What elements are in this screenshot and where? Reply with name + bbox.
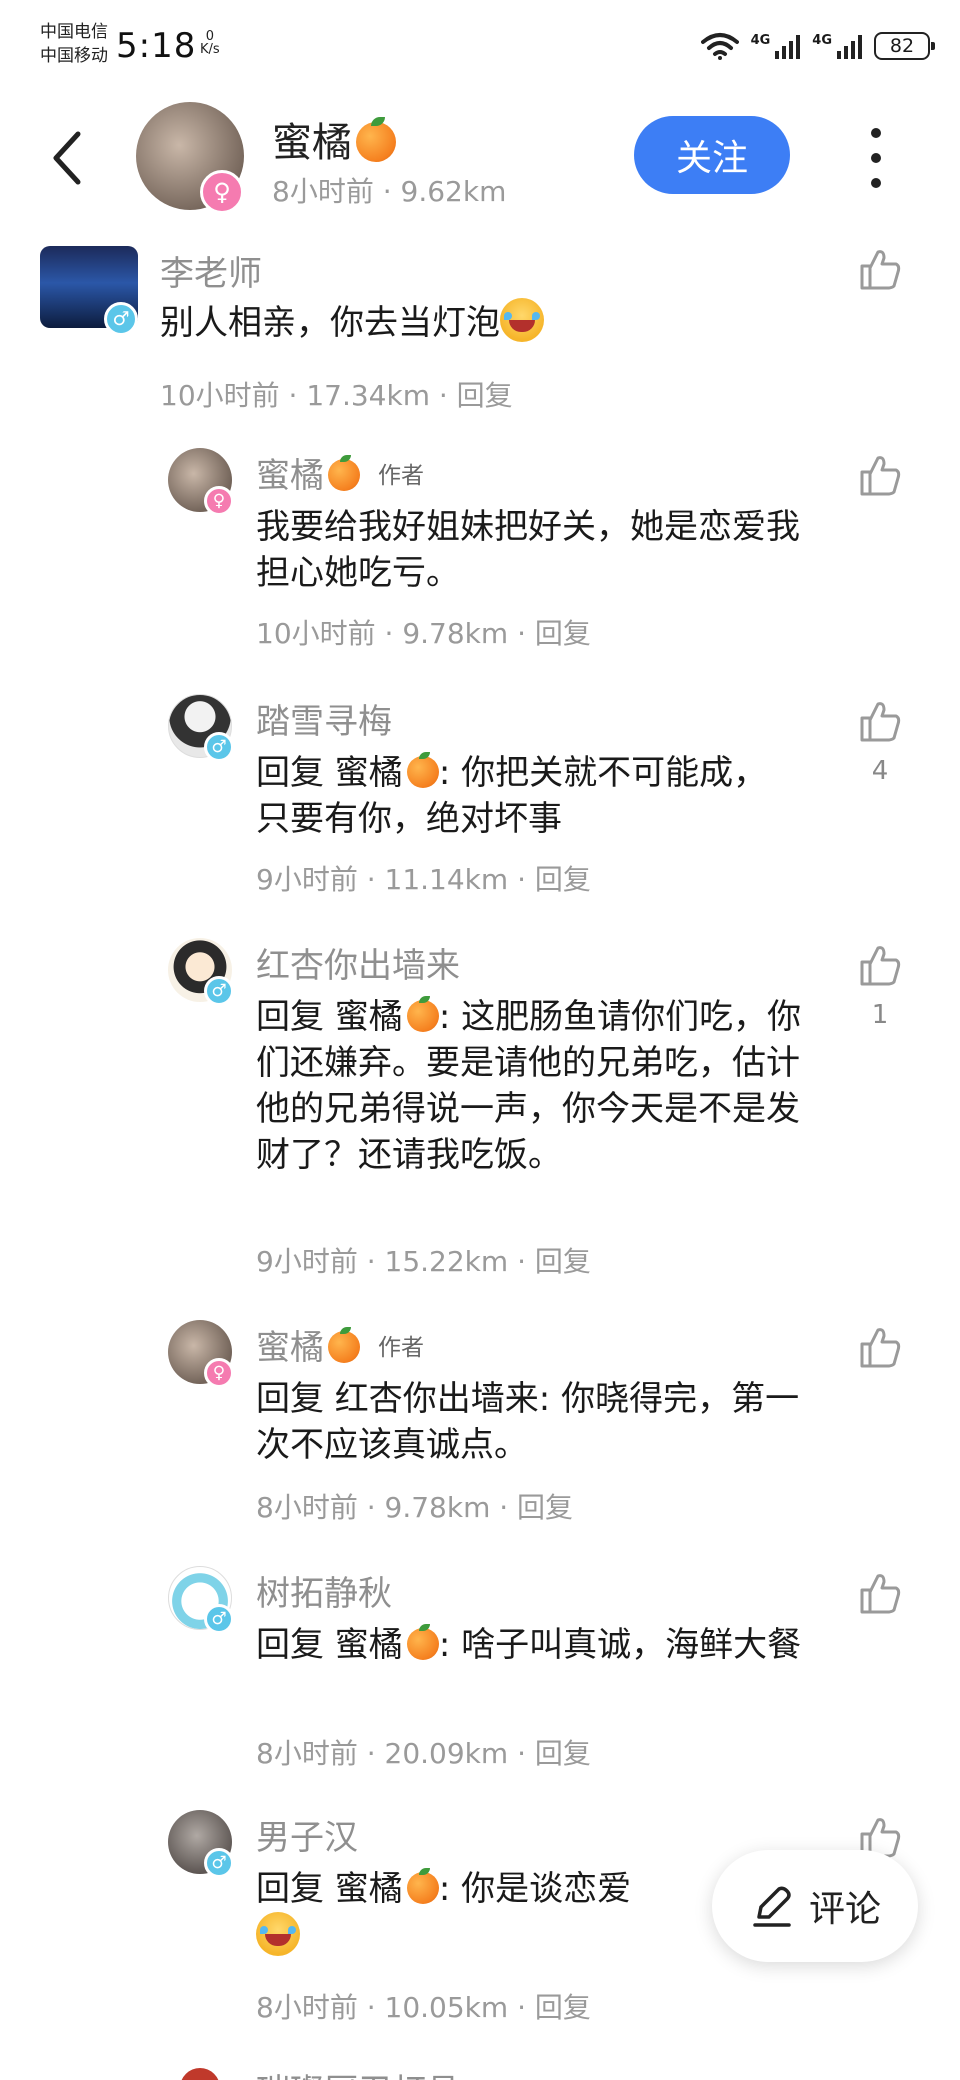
post-meta: 8小时前 · 9.62km bbox=[272, 175, 507, 208]
female-icon: ♀ bbox=[204, 1358, 234, 1388]
reply-prefix: 回复 蜜橘 bbox=[256, 1625, 403, 1665]
orange-emoji-icon bbox=[328, 455, 360, 491]
comment-text-content: : 啥子叫真诚，海鲜大餐 bbox=[438, 1625, 802, 1665]
comment-meta[interactable]: 10小时前 · 17.34km · 回复 bbox=[160, 374, 513, 414]
female-icon: ♀ bbox=[200, 170, 244, 214]
male-icon: ♂ bbox=[204, 1604, 234, 1634]
author-name-text: 蜜橘 bbox=[272, 120, 352, 166]
reply-item: ♂ 红杏你出墙来 回复 蜜橘: 这肥肠鱼请你们吃，你们还嫌弃。要是请他的兄弟吃，… bbox=[0, 938, 960, 1278]
commenter-name-text: 蜜橘 bbox=[256, 1328, 324, 1368]
carrier-1: 中国电信 bbox=[40, 22, 108, 42]
orange-emoji-icon bbox=[406, 752, 439, 788]
comment-item: ♂ 李老师 别人相亲，你去当灯泡 10小时前 · 17.34km · 回复 bbox=[0, 246, 960, 416]
carrier-2: 中国移动 bbox=[40, 46, 108, 66]
signal-2-label: 4G bbox=[812, 33, 832, 48]
battery-level: 82 bbox=[889, 35, 915, 57]
comment-text-content: : 你是谈恋爱 bbox=[438, 1869, 632, 1909]
carrier-info: 中国电信 中国移动 bbox=[40, 20, 108, 68]
author-tag: 作者 bbox=[378, 463, 424, 489]
like-count: 1 bbox=[871, 1000, 889, 1030]
commenter-name[interactable]: 踏雪寻梅 bbox=[256, 694, 392, 743]
comment-text: 别人相亲，你去当灯泡 bbox=[160, 298, 680, 346]
comment-text: 回复 蜜橘 : 啥子叫真诚，海鲜大餐 bbox=[256, 1622, 806, 1668]
like-icon[interactable] bbox=[858, 452, 902, 498]
commenter-name[interactable]: 李老师 bbox=[160, 246, 262, 295]
commenter-name[interactable]: 璀璨厨卫灯具 bbox=[256, 2064, 460, 2080]
commenter-name[interactable]: 蜜橘 作者 bbox=[256, 448, 424, 497]
orange-emoji-icon bbox=[356, 117, 396, 162]
back-icon[interactable] bbox=[44, 128, 94, 188]
network-speed: 0 K/s bbox=[200, 30, 220, 56]
comment-meta[interactable]: 9小时前 · 11.14km · 回复 bbox=[256, 858, 591, 898]
female-icon: ♀ bbox=[204, 486, 234, 516]
more-options-icon[interactable] bbox=[866, 128, 886, 188]
comment-text: 回复 红杏你出墙来: 你晓得完，第一次不应该真诚点。 bbox=[256, 1379, 800, 1465]
orange-emoji-icon bbox=[406, 996, 439, 1032]
signal-icon: 4G bbox=[751, 33, 801, 59]
battery-icon: 82 bbox=[874, 32, 935, 60]
reply-item: ♂ 踏雪寻梅 回复 蜜橘: 你把关就不可能成，只要有你，绝对坏事 9小时前 · … bbox=[0, 694, 960, 896]
reply-item: ♀ 蜜橘 作者 回复 红杏你出墙来: 你晓得完，第一次不应该真诚点。 8小时前 ·… bbox=[0, 1320, 960, 1524]
laugh-cry-emoji-icon bbox=[500, 298, 544, 342]
male-icon: ♂ bbox=[204, 976, 234, 1006]
wifi-icon bbox=[700, 33, 739, 60]
reply-prefix: 回复 蜜橘 bbox=[256, 997, 403, 1037]
commenter-name[interactable]: 树拓静秋 bbox=[256, 1566, 392, 1615]
status-bar: 中国电信 中国移动 5:18 0 K/s 4G 4G 82 bbox=[0, 0, 960, 92]
like-icon[interactable] bbox=[858, 698, 902, 744]
male-icon: ♂ bbox=[104, 302, 138, 336]
comment-meta[interactable]: 8小时前 · 10.05km · 回复 bbox=[256, 1986, 591, 2026]
comment-meta[interactable]: 8小时前 · 20.09km · 回复 bbox=[256, 1732, 591, 1772]
comment-meta[interactable]: 9小时前 · 15.22km · 回复 bbox=[256, 1240, 591, 1280]
write-comment-button[interactable]: 评论 bbox=[712, 1850, 918, 1962]
reply-prefix: 回复 蜜橘 bbox=[256, 1869, 403, 1909]
comment-text: 回复 蜜橘: 你把关就不可能成，只要有你，绝对坏事 bbox=[256, 750, 776, 842]
like-icon[interactable] bbox=[858, 942, 902, 988]
like-icon[interactable] bbox=[858, 1324, 902, 1370]
male-icon: ♂ bbox=[204, 1848, 234, 1878]
orange-emoji-icon bbox=[406, 1624, 439, 1660]
commenter-name[interactable]: 蜜橘 作者 bbox=[256, 1320, 424, 1369]
reply-prefix: 回复 蜜橘 bbox=[256, 753, 403, 793]
comment-text: 回复 蜜橘: 这肥肠鱼请你们吃，你们还嫌弃。要是请他的兄弟吃，估计他的兄弟得说一… bbox=[256, 994, 806, 1178]
orange-emoji-icon bbox=[328, 1327, 360, 1363]
orange-emoji-icon bbox=[406, 1868, 439, 1904]
comment-meta[interactable]: 10小时前 · 9.78km · 回复 bbox=[256, 612, 591, 652]
commenter-name-text: 蜜橘 bbox=[256, 456, 324, 496]
status-time: 5:18 bbox=[116, 26, 197, 66]
comment-text: 我要给我好姐妹把好关，她是恋爱我担心她吃亏。 bbox=[256, 507, 800, 593]
commenter-avatar[interactable] bbox=[180, 2068, 220, 2080]
commenter-name[interactable]: 红杏你出墙来 bbox=[256, 938, 460, 987]
reply-item: 璀璨厨卫灯具 bbox=[0, 2060, 960, 2080]
network-speed-unit: K/s bbox=[200, 42, 220, 57]
male-icon: ♂ bbox=[204, 732, 234, 762]
signal-1-label: 4G bbox=[750, 33, 771, 48]
comment-text: 回复 蜜橘 : 你是谈恋爱 bbox=[256, 1866, 696, 1960]
reply-item: ♂ 树拓静秋 回复 蜜橘 : 啥子叫真诚，海鲜大餐 8小时前 · 20.09km … bbox=[0, 1566, 960, 1770]
like-icon[interactable] bbox=[858, 246, 902, 292]
author-tag: 作者 bbox=[378, 1335, 424, 1361]
status-icons: 4G 4G 82 bbox=[700, 30, 935, 62]
like-icon[interactable] bbox=[858, 1570, 902, 1616]
reply-item: ♀ 蜜橘 作者 我要给我好姐妹把好关，她是恋爱我担心她吃亏。 10小时前 · 9.… bbox=[0, 448, 960, 650]
signal-icon: 4G bbox=[812, 33, 862, 59]
comment-meta[interactable]: 8小时前 · 9.78km · 回复 bbox=[256, 1486, 573, 1526]
laugh-cry-emoji-icon bbox=[256, 1912, 300, 1956]
write-comment-label: 评论 bbox=[808, 1889, 881, 1930]
follow-button[interactable]: 关注 bbox=[634, 116, 790, 194]
author-name[interactable]: 蜜橘 bbox=[272, 110, 396, 168]
like-count: 4 bbox=[871, 756, 889, 786]
comment-text-content: 别人相亲，你去当灯泡 bbox=[160, 303, 500, 343]
pencil-icon bbox=[753, 1886, 791, 1927]
post-header: ♀ 蜜橘 8小时前 · 9.62km 关注 bbox=[0, 92, 960, 222]
commenter-name[interactable]: 男子汉 bbox=[256, 1810, 358, 1859]
